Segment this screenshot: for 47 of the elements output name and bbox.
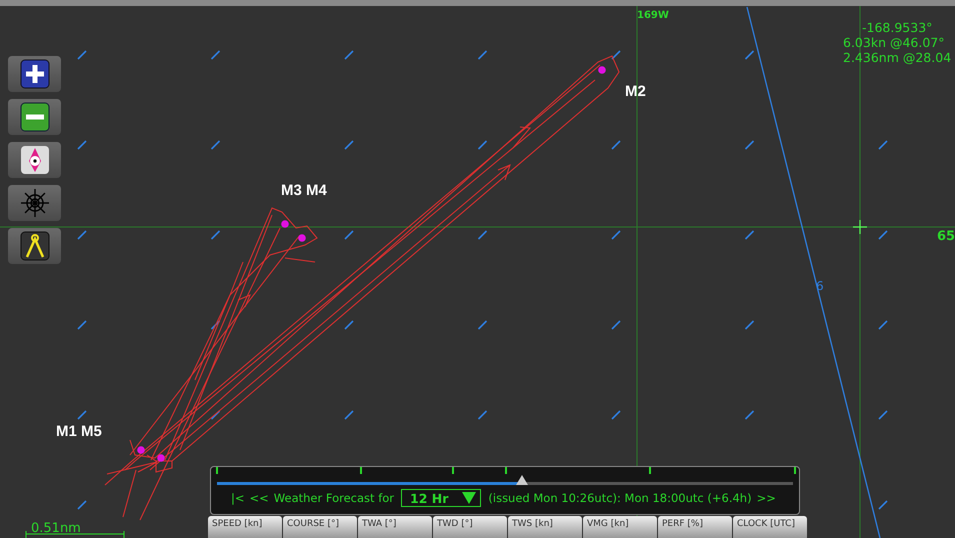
forecast-dropdown[interactable]: 12 Hr — [401, 489, 482, 507]
slider-thumb[interactable] — [516, 475, 528, 485]
dividers-icon — [20, 231, 50, 261]
previous-link[interactable]: << — [250, 491, 269, 505]
timeline-tick — [794, 467, 796, 474]
instrument-tile: CLOCK [UTC] — [733, 516, 807, 538]
cursor-readout: -168.9533° — [862, 20, 932, 35]
waypoint-dot[interactable] — [157, 454, 165, 462]
measure-button[interactable] — [8, 228, 61, 264]
instrument-tile: TWD [°] — [433, 516, 507, 538]
zoom-in-button[interactable] — [8, 56, 61, 92]
cursor-readout: 2.436nm @28.04 — [843, 50, 952, 65]
instrument-tile: VMG [kn] — [583, 516, 657, 538]
mark-label: M1 M5 — [56, 423, 102, 440]
scale-label: 0.51nm — [31, 521, 81, 536]
waypoint-dot[interactable] — [298, 234, 306, 242]
grid-label: 65 — [937, 229, 955, 244]
instrument-tile: PERF [%] — [658, 516, 732, 538]
timeline-tick — [452, 467, 454, 474]
issued-text: (issued Mon 10:26utc): Mon 18:00utc (+6.4h) — [488, 491, 752, 505]
instrument-tile: TWS [kn] — [508, 516, 582, 538]
helm-button[interactable] — [8, 185, 61, 221]
zoom-out-icon — [20, 102, 50, 132]
compass-pointer-icon — [20, 145, 50, 175]
instrument-tile: TWA [°] — [358, 516, 432, 538]
ship-wheel-icon — [20, 188, 50, 218]
timeline-tick — [216, 467, 218, 474]
center-button[interactable] — [8, 142, 61, 178]
next-link[interactable]: >> — [756, 491, 776, 505]
grid-label: 169W — [637, 10, 669, 21]
mark-label: M3 M4 — [281, 182, 327, 199]
timeline-tick — [360, 467, 362, 474]
crosshair-icon — [852, 219, 868, 235]
mark-label: M2 — [625, 83, 646, 100]
cursor-readout: 6.03kn @46.07° — [843, 35, 945, 50]
dropdown-caret-icon — [462, 492, 476, 504]
waypoint-dot[interactable] — [281, 220, 289, 228]
waypoint-dot[interactable] — [598, 66, 606, 74]
timeline-tick — [649, 467, 651, 474]
zoom-out-button[interactable] — [8, 99, 61, 135]
forecast-label: Weather Forecast for — [274, 491, 394, 505]
instrument-tile: SPEED [kn] — [208, 516, 282, 538]
waypoint-dot[interactable] — [137, 446, 145, 454]
timeline-tick — [505, 467, 507, 474]
instrument-tile: COURSE [°] — [283, 516, 357, 538]
first-link[interactable]: |< — [231, 491, 245, 505]
zoom-in-icon — [20, 59, 50, 89]
